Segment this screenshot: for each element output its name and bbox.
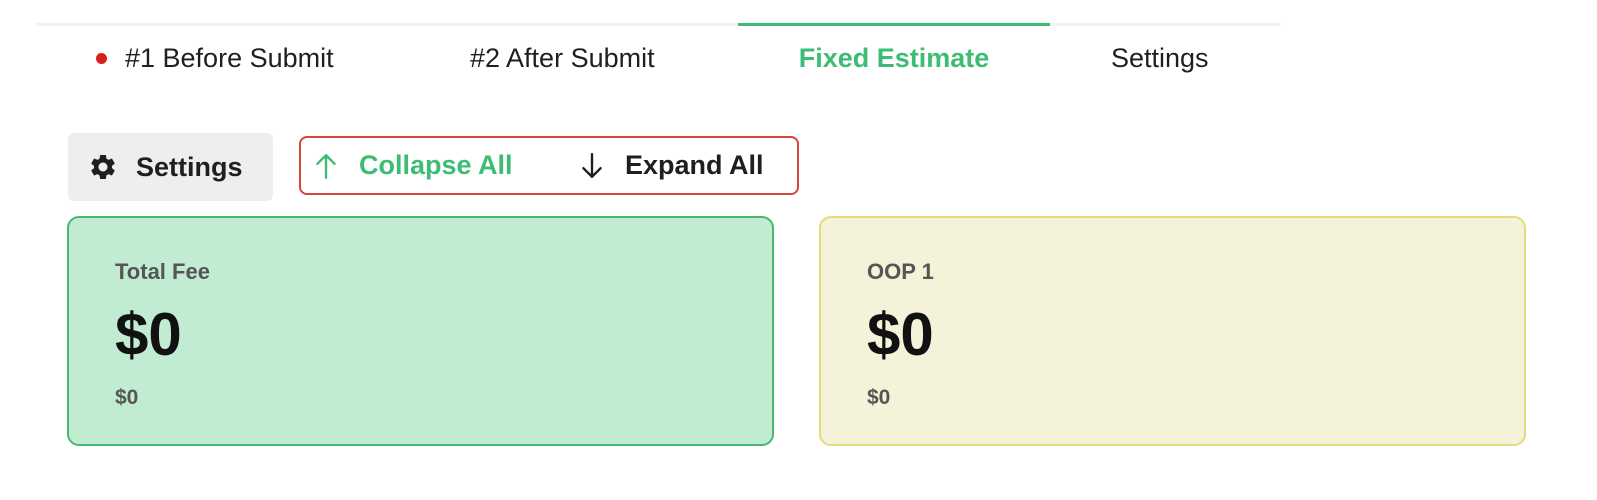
tab-label: #1 Before Submit bbox=[125, 42, 334, 73]
card-amount: $0 bbox=[115, 301, 182, 368]
fixed-estimate-page: #1 Before Submit #2 After Submit Fixed E… bbox=[0, 0, 1597, 500]
arrow-down-icon bbox=[582, 152, 602, 178]
tab-settings[interactable]: Settings bbox=[1111, 26, 1209, 90]
collapse-expand-group: Collapse All Expand All bbox=[299, 136, 799, 195]
expand-all-button[interactable]: Expand All bbox=[579, 138, 764, 193]
card-label: OOP 1 bbox=[867, 259, 934, 284]
collapse-all-button[interactable]: Collapse All bbox=[313, 138, 513, 193]
gear-icon bbox=[91, 155, 115, 179]
tab-label: #2 After Submit bbox=[470, 42, 655, 73]
settings-button[interactable]: Settings bbox=[68, 133, 273, 201]
tab-after-submit[interactable]: #2 After Submit bbox=[470, 26, 655, 90]
oop-1-card: OOP 1 $0 $0 bbox=[819, 216, 1526, 446]
tab-label: Fixed Estimate bbox=[798, 42, 990, 73]
collapse-all-label: Collapse All bbox=[359, 150, 513, 180]
tab-bar: #1 Before Submit #2 After Submit Fixed E… bbox=[36, 23, 1281, 96]
card-label: Total Fee bbox=[115, 259, 210, 284]
total-fee-card: Total Fee $0 $0 bbox=[67, 216, 774, 446]
tab-before-submit[interactable]: #1 Before Submit bbox=[96, 26, 334, 90]
card-amount: $0 bbox=[867, 301, 934, 368]
card-sub-amount: $0 bbox=[115, 386, 139, 409]
card-sub-amount: $0 bbox=[867, 386, 891, 409]
settings-button-label: Settings bbox=[136, 151, 243, 182]
tab-label: Settings bbox=[1111, 42, 1209, 73]
arrow-up-icon bbox=[316, 153, 336, 179]
unsaved-indicator-dot bbox=[96, 52, 107, 64]
tab-fixed-estimate[interactable]: Fixed Estimate bbox=[738, 23, 1050, 90]
expand-all-label: Expand All bbox=[625, 150, 764, 180]
